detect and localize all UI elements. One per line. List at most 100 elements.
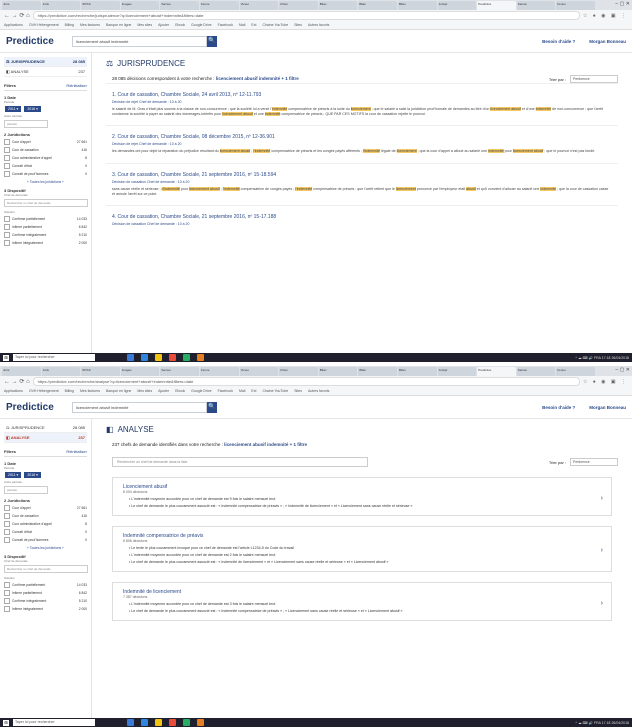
- solution-checkbox[interactable]: Confirme intégralement 5 210: [4, 232, 87, 238]
- checkbox-icon[interactable]: [4, 582, 10, 588]
- solution-checkbox[interactable]: Confirme intégralement 5 210: [4, 598, 87, 604]
- result-title-link[interactable]: 1. Cour de cassation, Chambre Sociale, 2…: [112, 92, 612, 98]
- windows-start-icon[interactable]: ⊞: [3, 354, 9, 361]
- browser-tab[interactable]: Bilan: [397, 1, 437, 10]
- bookmark-item[interactable]: Ebook: [175, 389, 185, 393]
- juridiction-checkbox[interactable]: Conseil d'état 0: [4, 163, 87, 169]
- help-link[interactable]: Besoin d'aide ?: [542, 405, 575, 410]
- sort-select[interactable]: Pertinence: [570, 75, 618, 83]
- date-from-select[interactable]: 2011 ▾: [5, 106, 22, 112]
- solution-checkbox[interactable]: Confirme partiellement 14 033: [4, 216, 87, 222]
- browser-tab[interactable]: Juris: [2, 367, 41, 376]
- bookmark-item[interactable]: Ebook: [175, 23, 185, 27]
- folder-icon[interactable]: [155, 354, 162, 361]
- bookmark-item[interactable]: Google Drive: [191, 23, 211, 27]
- date-to-select[interactable]: 2016 ▾: [24, 106, 41, 112]
- bookmark-item[interactable]: Ajouter: [158, 23, 169, 27]
- more-juridictions-link[interactable]: + Toutes les juridictions +: [4, 546, 87, 550]
- checkbox-icon[interactable]: [4, 155, 10, 161]
- browser-tab[interactable]: Bilan: [397, 367, 437, 376]
- reset-filters-link[interactable]: Réinitialiser: [66, 83, 87, 88]
- chrome-icon[interactable]: [169, 719, 176, 726]
- browser-tab[interactable]: Bilan: [318, 367, 358, 376]
- date-from-select[interactable]: 2011 ▾: [5, 472, 22, 478]
- browser-tab[interactable]: Bilan: [358, 1, 397, 10]
- bookmark-item[interactable]: Mail: [239, 389, 245, 393]
- browser-tab[interactable]: Samsu: [516, 367, 556, 376]
- date-period-field[interactable]: période: [4, 486, 48, 494]
- app-icon[interactable]: [197, 719, 204, 726]
- help-link[interactable]: Besoin d'aide ?: [542, 39, 575, 44]
- sidebar-item-jurisprudence[interactable]: ⚖ JURISPRUDENCE 28 085: [4, 423, 87, 433]
- browser-tab[interactable]: SITAS: [81, 1, 120, 10]
- browser-tab[interactable]: Chien: [279, 1, 318, 10]
- chevron-right-icon[interactable]: ›: [601, 495, 603, 502]
- juridiction-checkbox[interactable]: Cour administrative d'appel 8: [4, 521, 87, 527]
- analysis-card[interactable]: Licenciement abusif 8 004 décisions • L'in…: [112, 477, 612, 516]
- browser-tab[interactable]: Fenne: [199, 1, 239, 10]
- bookmark-item[interactable]: Facebook: [218, 23, 233, 27]
- taskview-icon[interactable]: [127, 354, 134, 361]
- bookmark-item[interactable]: Facebook: [218, 389, 233, 393]
- browser-tab[interactable]: Fenne: [199, 367, 239, 376]
- bookmark-item[interactable]: OVH Hébergement: [29, 389, 59, 393]
- app-icon[interactable]: [197, 354, 204, 361]
- checkbox-icon[interactable]: [4, 521, 10, 527]
- checkbox-icon[interactable]: [4, 590, 10, 596]
- predictice-logo[interactable]: Predictice: [6, 402, 64, 413]
- juridiction-checkbox[interactable]: Conseil de prud'hommes 0: [4, 537, 87, 543]
- date-to-select[interactable]: 2016 ▾: [24, 472, 41, 478]
- search-button[interactable]: 🔍: [207, 35, 217, 47]
- juridiction-checkbox[interactable]: Cour administrative d'appel 8: [4, 155, 87, 161]
- bookmark-item[interactable]: Sites: [294, 23, 302, 27]
- juridiction-checkbox[interactable]: Cour de cassation 416: [4, 513, 87, 519]
- browser-tab[interactable]: Samsu: [160, 367, 199, 376]
- result-title-link[interactable]: 2. Cour de cassation, Chambre Sociale, 0…: [112, 134, 612, 140]
- bookmark-item[interactable]: Banque en ligne: [106, 23, 131, 27]
- browser-tab[interactable]: Vimeo: [239, 367, 279, 376]
- taskbar-search[interactable]: Taper ici pour rechercher: [13, 719, 95, 726]
- solution-checkbox[interactable]: Infirme partiellement 6 842: [4, 224, 87, 230]
- browser-tab[interactable]: Juris: [41, 1, 81, 10]
- analysis-card[interactable]: Indemnité compensatrice de préavis 6 806 …: [112, 526, 612, 572]
- browser-tab[interactable]: Samsu: [160, 1, 199, 10]
- browser-tab[interactable]: Jurispr: [437, 367, 477, 376]
- bookmark-item[interactable]: Chaine YouTube: [262, 389, 288, 393]
- browser-tab[interactable]: Samsu: [516, 1, 556, 10]
- browser-tab[interactable]: Bilan: [318, 1, 358, 10]
- bookmark-item[interactable]: Sites: [294, 389, 302, 393]
- browser-nav-buttons[interactable]: ← → ⟳ ⌂: [4, 12, 30, 19]
- browser-tab[interactable]: Predictice: [477, 367, 516, 376]
- checkbox-icon[interactable]: [4, 529, 10, 535]
- checkbox-icon[interactable]: [4, 216, 10, 222]
- address-bar[interactable]: https://predictice.com/recherche/jurispr…: [32, 11, 580, 20]
- bookmark-item[interactable]: Mes factures: [80, 23, 100, 27]
- checkbox-icon[interactable]: [4, 224, 10, 230]
- sidebar-item-jurisprudence[interactable]: ⚖ JURISPRUDENCE 28 085: [4, 57, 87, 67]
- bookmark-item[interactable]: Mes factures: [80, 389, 100, 393]
- bookmark-item[interactable]: Google Drive: [191, 389, 211, 393]
- windows-start-icon[interactable]: ⊞: [3, 719, 9, 726]
- juridiction-checkbox[interactable]: Conseil d'état 0: [4, 529, 87, 535]
- edge-icon[interactable]: [141, 354, 148, 361]
- checkbox-icon[interactable]: [4, 505, 10, 511]
- search-button[interactable]: 🔍: [207, 401, 217, 413]
- checkbox-icon[interactable]: [4, 537, 10, 543]
- bookmark-item[interactable]: Banque en ligne: [106, 389, 131, 393]
- search-input[interactable]: licenciement abusif indemnité: [72, 35, 207, 47]
- more-juridictions-link[interactable]: + Toutes les juridictions +: [4, 180, 87, 184]
- analysis-card[interactable]: Indemnité de licenciement 7 387 décisions…: [112, 582, 612, 621]
- bookmark-item[interactable]: Chaine YouTube: [262, 23, 288, 27]
- chef-demande-filter-input[interactable]: Rechercher un chef de demande dans la li…: [112, 457, 368, 467]
- checkbox-icon[interactable]: [4, 232, 10, 238]
- result-title-link[interactable]: 4. Cour de cassation, Chambre Sociale, 2…: [112, 214, 612, 220]
- sort-select[interactable]: Pertinence: [570, 458, 618, 466]
- bookmark-item[interactable]: Billing: [65, 23, 74, 27]
- juridiction-checkbox[interactable]: Cour d'appel 27 661: [4, 139, 87, 145]
- bookmark-item[interactable]: Ext: [251, 389, 256, 393]
- browser-nav-buttons[interactable]: ← → ⟳ ⌂: [4, 378, 30, 385]
- bookmark-item[interactable]: Autres favoris: [308, 389, 329, 393]
- browser-tab[interactable]: Images: [120, 1, 160, 10]
- window-controls[interactable]: – ▢ ✕: [596, 367, 629, 376]
- predictice-logo[interactable]: Predictice: [6, 36, 64, 47]
